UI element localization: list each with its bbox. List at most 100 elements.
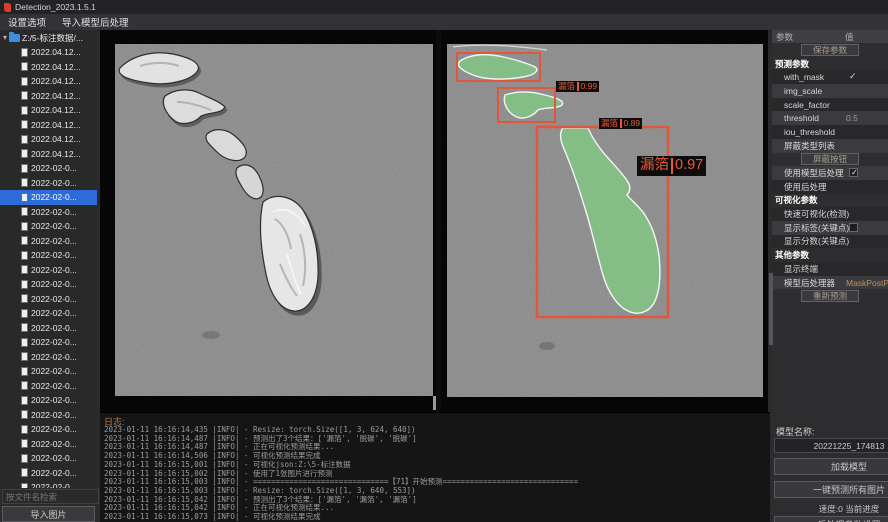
param-action-button[interactable]: 保存参数: [801, 44, 859, 56]
param-row[interactable]: 显示标签(关键点): [772, 221, 888, 235]
tree-file-item[interactable]: 2022.04.12...: [0, 118, 97, 133]
param-value: 0.5: [846, 113, 858, 123]
model-section: 模型名称: 20221225_174813 加载模型 一键预测所有图片 速度:0…: [772, 412, 888, 522]
param-row[interactable]: 显示终端: [772, 262, 888, 276]
param-row[interactable]: 使用后处理: [772, 180, 888, 194]
param-row[interactable]: iou_threshold: [772, 125, 888, 139]
tree-file-item[interactable]: 2022.04.12...: [0, 132, 97, 147]
param-row[interactable]: with_mask✓: [772, 70, 888, 84]
param-action-button[interactable]: 屏蔽按钮: [801, 153, 859, 165]
tree-file-item[interactable]: 2022-02-0...: [0, 350, 97, 365]
file-icon: [21, 352, 28, 361]
original-image[interactable]: [115, 44, 433, 396]
tree-file-item[interactable]: 2022.04.12...: [0, 147, 97, 162]
tree-file-label: 2022.04.12...: [31, 62, 81, 72]
tree-file-item[interactable]: 2022-02-0...: [0, 321, 97, 336]
tree-file-item[interactable]: 2022.04.12...: [0, 89, 97, 104]
tree-file-item[interactable]: 2022-02-0...: [0, 292, 97, 307]
tree-file-label: 2022-02-0...: [31, 424, 77, 434]
tree-file-item[interactable]: 2022-02-0...: [0, 277, 97, 292]
tree-file-item[interactable]: 2022-02-0...: [0, 335, 97, 350]
param-row[interactable]: 使用模型后处理: [772, 166, 888, 180]
splitter-handle[interactable]: [433, 396, 436, 410]
detection-class: 漏箔: [601, 119, 618, 128]
params-scrollbar[interactable]: [769, 273, 773, 345]
postprocess-params-button[interactable]: 后处理参数设置: [774, 516, 888, 522]
tree-file-label: 2022.04.12...: [31, 105, 81, 115]
tree-file-item[interactable]: 2022-02-0...: [0, 422, 97, 437]
tree-file-item[interactable]: 2022.04.12...: [0, 103, 97, 118]
tree-file-label: 2022-02-0...: [31, 192, 77, 202]
log-line: 2023-01-11 16:16:15,073 |INFO| - 可视化预测结果…: [104, 513, 766, 522]
chevron-down-icon[interactable]: ▾: [3, 33, 7, 42]
tree-file-item[interactable]: 2022-02-0...: [0, 466, 97, 481]
detection-label: 漏箔 0.97: [637, 156, 706, 176]
app-window: Detection_2023.1.5.1 设置选项 导入模型后处理 ▾ Z:/5…: [0, 0, 888, 522]
tree-file-item[interactable]: 2022-02-0...: [0, 161, 97, 176]
tree-file-item[interactable]: 2022.04.12...: [0, 45, 97, 60]
tree-file-item[interactable]: 2022.04.12...: [0, 60, 97, 75]
param-row[interactable]: 屏蔽类型列表: [772, 139, 888, 153]
tree-file-label: 2022-02-0...: [31, 337, 77, 347]
tree-file-label: 2022-02-0: [31, 482, 70, 488]
tree-file-item[interactable]: 2022-02-0...: [0, 393, 97, 408]
tree-file-item[interactable]: 2022-02-0...: [0, 306, 97, 321]
param-row[interactable]: img_scale: [772, 84, 888, 98]
detection-score: 0.99: [581, 82, 598, 91]
tree-file-label: 2022-02-0...: [31, 323, 77, 333]
param-checkbox[interactable]: [849, 168, 858, 177]
file-icon: [21, 62, 28, 71]
tree-file-item[interactable]: 2022-02-0...: [0, 219, 97, 234]
tree-file-label: 2022-02-0...: [31, 410, 77, 420]
prediction-image[interactable]: [447, 44, 763, 397]
param-row[interactable]: threshold 0.5: [772, 111, 888, 125]
file-icon: [21, 280, 28, 289]
params-section-header[interactable]: 其他参数: [772, 248, 888, 262]
param-row[interactable]: 显示分数(关键点): [772, 235, 888, 249]
params-section-header[interactable]: 可视化参数: [772, 194, 888, 208]
param-row[interactable]: scale_factor: [772, 98, 888, 112]
menu-import-model-postprocess[interactable]: 导入模型后处理: [62, 15, 129, 29]
tree-file-label: 2022-02-0...: [31, 308, 77, 318]
tree-file-item[interactable]: 2022-02-0...: [0, 190, 97, 205]
file-icon: [21, 294, 28, 303]
tree-file-item[interactable]: 2022-02-0...: [0, 364, 97, 379]
params-button-row[interactable]: 保存参数: [772, 43, 888, 57]
tree-file-item[interactable]: 2022.04.12...: [0, 74, 97, 89]
param-name: scale_factor: [772, 100, 830, 110]
tree-file-item[interactable]: 2022-02-0...: [0, 234, 97, 249]
file-icon: [21, 149, 28, 158]
tree-file-item[interactable]: 2022-02-0: [0, 480, 97, 488]
detection-class: 漏箔: [640, 158, 669, 174]
model-name-field[interactable]: 20221225_174813: [774, 438, 888, 453]
tree-file-label: 2022-02-0...: [31, 279, 77, 289]
predict-all-button[interactable]: 一键预测所有图片: [774, 481, 888, 498]
params-button-row[interactable]: 屏蔽按钮: [772, 153, 888, 167]
tree-file-item[interactable]: 2022-02-0...: [0, 176, 97, 191]
tree-file-item[interactable]: 2022-02-0...: [0, 437, 97, 452]
tree-file-item[interactable]: 2022-02-0...: [0, 408, 97, 423]
param-action-button[interactable]: 重新预测: [801, 290, 859, 302]
filename-search-input[interactable]: [2, 489, 99, 504]
detection-label: 漏箔 0.89: [599, 118, 642, 129]
tree-file-item[interactable]: 2022-02-0...: [0, 263, 97, 278]
param-row[interactable]: 快速可视化(检测): [772, 207, 888, 221]
import-images-button[interactable]: 导入图片: [2, 506, 95, 522]
tree-file-item[interactable]: 2022-02-0...: [0, 451, 97, 466]
tree-file-item[interactable]: 2022-02-0...: [0, 248, 97, 263]
param-name: threshold: [772, 113, 819, 123]
menu-settings[interactable]: 设置选项: [8, 15, 46, 29]
tree-file-item[interactable]: 2022-02-0...: [0, 379, 97, 394]
params-rows: 保存参数预测参数with_mask✓img_scalescale_factort…: [772, 43, 888, 303]
params-button-row[interactable]: 重新预测: [772, 289, 888, 303]
param-checkbox[interactable]: [849, 223, 858, 232]
params-section-header[interactable]: 预测参数: [772, 57, 888, 71]
checkmark-icon: ✓: [849, 71, 857, 82]
load-model-button[interactable]: 加载模型: [774, 458, 888, 475]
file-icon: [21, 106, 28, 115]
tree-file-item[interactable]: 2022-02-0...: [0, 205, 97, 220]
params-panel: 参数 值 保存参数预测参数with_mask✓img_scalescale_fa…: [772, 30, 888, 412]
param-row[interactable]: 模型后处理器MaskPostPro: [772, 276, 888, 290]
tree-root-folder[interactable]: ▾ Z:/5-标注数据/...: [0, 30, 97, 45]
tree-file-label: 2022-02-0...: [31, 381, 77, 391]
